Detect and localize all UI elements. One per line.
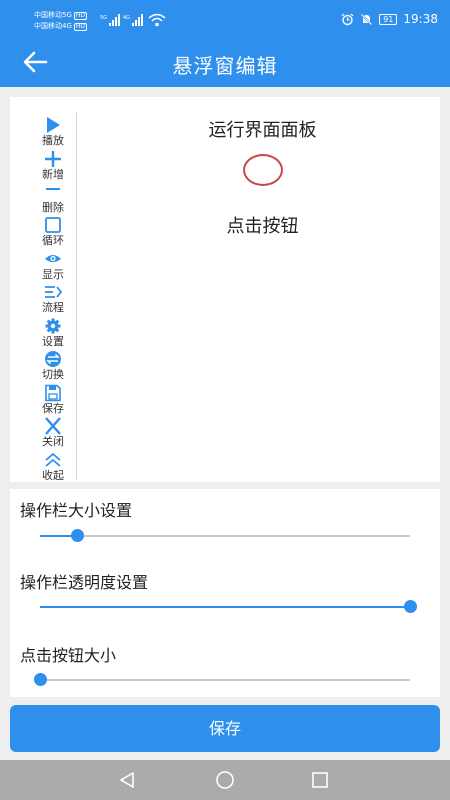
toolbar-item-show[interactable]: 显示 [20, 250, 76, 281]
toolbar-item-label: 新增 [42, 168, 64, 181]
toolbar-opacity-label: 操作栏透明度设置 [20, 573, 149, 592]
slider-thumb[interactable] [404, 600, 417, 613]
flow-icon [45, 286, 63, 298]
toolbar-size-label: 操作栏大小设置 [20, 501, 133, 520]
toolbar-item-add[interactable]: 新增 [20, 150, 76, 181]
floating-toolbar: 播放 新增 删除 循环 显示 流程 设置 切换 保存 关闭 收起 [20, 112, 77, 480]
toolbar-item-loop[interactable]: 循环 [20, 216, 76, 247]
save-button[interactable]: 保存 [10, 705, 440, 752]
slider-fill [40, 606, 410, 608]
system-nav-bar [0, 760, 450, 800]
toolbar-item-flow[interactable]: 流程 [20, 283, 76, 314]
page-title: 悬浮窗编辑 [172, 54, 278, 78]
back-nav-icon[interactable] [118, 771, 136, 789]
click-button-label: 点击按钮 [226, 216, 299, 237]
svg-text:5G: 5G [100, 15, 107, 21]
toolbar-opacity-slider[interactable] [40, 600, 417, 613]
signal-icon: 5G [100, 14, 120, 26]
toolbar-item-label: 循环 [42, 234, 64, 247]
alarm-icon [341, 13, 354, 25]
carrier-line1: 中国移动5G HD [34, 11, 88, 20]
button-size-slider[interactable] [34, 673, 410, 686]
signal-icon-2: 4G [123, 14, 143, 26]
clock: 19:38 [403, 12, 438, 26]
toolbar-item-label: 关闭 [42, 435, 64, 448]
toolbar-item-label: 流程 [42, 301, 64, 314]
button-size-label: 点击按钮大小 [20, 646, 117, 665]
click-button-preview[interactable] [243, 154, 283, 186]
toolbar-item-label: 收起 [42, 469, 64, 480]
toolbar-item-label: 设置 [42, 335, 64, 348]
square-icon [45, 217, 61, 233]
collapse-icon [45, 452, 61, 467]
save-icon [45, 384, 61, 402]
toolbar-item-save[interactable]: 保存 [20, 384, 76, 415]
toolbar-item-label: 切换 [42, 368, 64, 381]
carrier-line2: 中国移动4G HD [34, 22, 88, 31]
toolbar-size-slider[interactable] [40, 529, 410, 542]
play-icon [47, 117, 60, 133]
slider-thumb[interactable] [34, 673, 47, 686]
home-nav-icon[interactable] [215, 771, 235, 789]
close-icon [45, 417, 61, 435]
toolbar-item-switch[interactable]: 切换 [20, 350, 76, 381]
toolbar-item-settings[interactable]: 设置 [20, 317, 76, 348]
toolbar-item-label: 播放 [42, 134, 64, 147]
wifi-icon [148, 13, 166, 27]
toolbar-item-close[interactable]: 关闭 [20, 417, 76, 448]
toolbar-item-label: 显示 [42, 268, 64, 281]
toolbar-item-delete[interactable]: 删除 [20, 183, 76, 214]
panel-title: 运行界面面板 [208, 120, 317, 141]
mute-icon [360, 12, 373, 26]
minus-icon [46, 188, 60, 190]
switch-icon [45, 351, 61, 367]
battery-indicator: 91 [379, 13, 398, 25]
toolbar-item-label: 删除 [42, 201, 64, 214]
toolbar-item-collapse[interactable]: 收起 [20, 451, 76, 480]
toolbar-item-label: 保存 [42, 402, 64, 415]
plus-icon [45, 151, 61, 167]
recents-nav-icon[interactable] [311, 771, 329, 789]
toolbar-item-play[interactable]: 播放 [20, 116, 76, 147]
slider-thumb[interactable] [71, 529, 84, 542]
gear-icon [45, 318, 61, 334]
status-bar: 中国移动5G HD 中国移动4G HD 5G 4G 91 19:38 [0, 0, 450, 37]
eye-icon [45, 255, 61, 262]
svg-text:4G: 4G [123, 15, 130, 21]
app-bar: 悬浮窗编辑 [0, 37, 450, 87]
